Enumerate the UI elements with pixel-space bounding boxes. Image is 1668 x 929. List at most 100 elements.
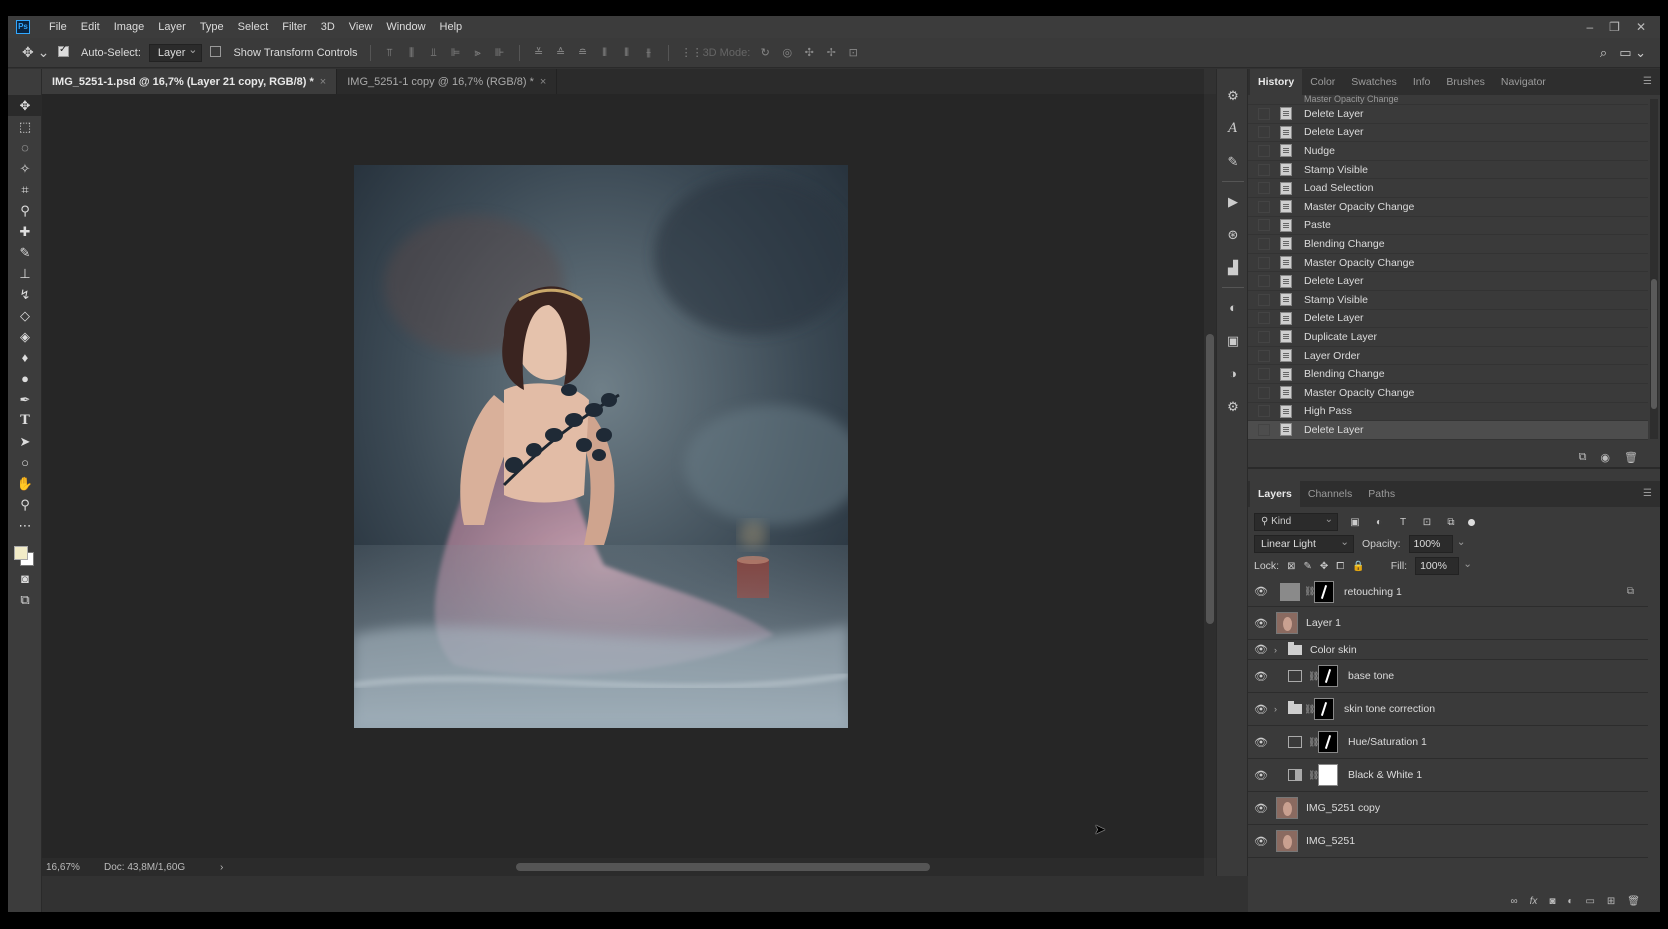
layer-style-fx-icon[interactable]: fx [1530, 896, 1538, 907]
zoom-tool-icon[interactable]: ⚲ [8, 494, 42, 515]
3d-roll-icon[interactable]: ◎ [780, 46, 794, 60]
tab-paths[interactable]: Paths [1360, 481, 1403, 507]
history-item[interactable]: Layer Order [1248, 347, 1648, 366]
history-source-checkbox[interactable] [1258, 293, 1270, 306]
layer-mask-thumbnail[interactable] [1318, 731, 1338, 753]
history-item[interactable]: Master Opacity Change [1248, 384, 1648, 403]
history-source-checkbox[interactable] [1258, 423, 1270, 436]
scrollbar-thumb[interactable] [1206, 334, 1214, 624]
layer-row[interactable]: 👁 IMG_5251 copy [1248, 792, 1648, 825]
align-top-icon[interactable]: ⫪ [383, 46, 397, 60]
dodge-tool-icon[interactable]: ● [8, 368, 42, 389]
align-hcenter-icon[interactable]: ⫸ [471, 46, 485, 60]
layer-row[interactable]: 👁 Layer 1 [1248, 607, 1648, 640]
history-item[interactable]: Load Selection [1248, 179, 1648, 198]
transform-controls-checkbox[interactable] [210, 45, 225, 60]
quick-mask-icon[interactable]: ◙ [8, 568, 42, 589]
distribute-vcenter-icon[interactable]: ≙ [554, 46, 568, 60]
close-button[interactable]: ✕ [1636, 20, 1646, 34]
history-source-checkbox[interactable] [1258, 182, 1270, 195]
clone-source-icon[interactable]: ⊛ [1217, 218, 1249, 251]
menu-select[interactable]: Select [231, 21, 276, 33]
3d-slide-icon[interactable]: ✢ [824, 46, 838, 60]
ellipse-tool-icon[interactable]: ○ [8, 452, 42, 473]
filter-smart-object-icon[interactable]: ⧉ [1444, 517, 1458, 528]
tab-swatches[interactable]: Swatches [1343, 69, 1405, 95]
magic-wand-tool-icon[interactable]: ✧ [8, 158, 42, 179]
history-source-checkbox[interactable] [1258, 200, 1270, 213]
blur-tool-icon[interactable]: ♦ [8, 347, 42, 368]
layer-row[interactable]: 👁 ⛓ retouching 1 ⧉ [1248, 577, 1648, 607]
visibility-eye-icon[interactable]: 👁 [1248, 617, 1274, 630]
path-selection-tool-icon[interactable]: ➤ [8, 431, 42, 452]
menu-view[interactable]: View [342, 21, 380, 33]
link-chain-icon[interactable]: ⛓ [1308, 671, 1319, 682]
history-item[interactable]: Nudge [1248, 142, 1648, 161]
history-source-checkbox[interactable] [1258, 368, 1270, 381]
actions-icon[interactable]: ▶ [1217, 185, 1249, 218]
filter-pixel-icon[interactable]: ▣ [1348, 517, 1362, 528]
filter-toggle-icon[interactable] [1468, 518, 1475, 526]
visibility-eye-icon[interactable]: 👁 [1248, 736, 1274, 749]
panel-menu-icon[interactable]: ☰ [1643, 488, 1652, 499]
history-item[interactable]: Delete Layer [1248, 124, 1648, 143]
new-document-from-state-icon[interactable]: ⧉ [1579, 451, 1587, 464]
distribute-right-icon[interactable]: ⫵ [642, 46, 656, 60]
history-item[interactable]: Master Opacity Change [1248, 95, 1648, 105]
history-source-checkbox[interactable] [1258, 144, 1270, 157]
lock-transparent-icon[interactable]: ⊠ [1287, 561, 1295, 572]
filter-adjustment-icon[interactable]: ◐ [1372, 517, 1386, 528]
layer-row[interactable]: 👁 IMG_5251 [1248, 825, 1648, 858]
menu-image[interactable]: Image [107, 21, 152, 33]
libraries-icon[interactable]: ▣ [1217, 324, 1249, 357]
character-icon[interactable]: A [1217, 112, 1249, 145]
history-source-checkbox[interactable] [1258, 275, 1270, 288]
eraser-tool-icon[interactable]: ◇ [8, 305, 42, 326]
pen-tool-icon[interactable]: ✒ [8, 389, 42, 410]
zoom-level[interactable]: 16,67% [42, 862, 104, 873]
visibility-eye-icon[interactable]: 👁 [1248, 703, 1274, 716]
healing-brush-tool-icon[interactable]: ✚ [8, 221, 42, 242]
delete-state-trash-icon[interactable]: 🗑 [1624, 451, 1638, 464]
hand-tool-icon[interactable]: ✋ [8, 473, 42, 494]
history-item[interactable]: Delete Layer [1248, 272, 1648, 291]
auto-select-dropdown[interactable]: Layer [148, 43, 203, 62]
3d-scale-icon[interactable]: ⊡ [846, 46, 860, 60]
filter-shape-icon[interactable]: ⊡ [1420, 517, 1434, 528]
paint-bucket-tool-icon[interactable]: ◈ [8, 326, 42, 347]
history-source-checkbox[interactable] [1258, 126, 1270, 139]
tab-document-2[interactable]: IMG_5251-1 copy @ 16,7% (RGB/8) * × [337, 69, 558, 94]
distribute-hcenter-icon[interactable]: ⫴ [620, 46, 634, 60]
layer-mask-thumbnail[interactable] [1318, 764, 1338, 786]
history-item[interactable]: Master Opacity Change [1248, 198, 1648, 217]
visibility-eye-icon[interactable]: 👁 [1248, 585, 1274, 598]
tab-close-button[interactable]: × [540, 76, 546, 88]
history-item[interactable]: Delete Layer [1248, 421, 1648, 440]
blend-mode-dropdown[interactable]: Linear Light [1254, 534, 1354, 553]
lock-image-icon[interactable]: ✎ [1304, 561, 1312, 572]
opacity-input[interactable]: 100% [1408, 534, 1466, 553]
history-item[interactable]: Blending Change [1248, 235, 1648, 254]
clone-stamp-tool-icon[interactable]: ⊥ [8, 263, 42, 284]
history-source-checkbox[interactable] [1258, 386, 1270, 399]
auto-select-checkbox[interactable] [58, 44, 73, 60]
group-expand-chevron-icon[interactable]: › [1274, 704, 1284, 714]
search-icon[interactable]: ⌕ [1600, 45, 1607, 61]
distribute-top-icon[interactable]: ≚ [532, 46, 546, 60]
history-source-checkbox[interactable] [1258, 107, 1270, 120]
add-mask-icon[interactable]: ◙ [1549, 896, 1555, 907]
layer-mask-thumbnail[interactable] [1314, 698, 1334, 720]
type-tool-icon[interactable]: T [8, 410, 42, 431]
tab-history[interactable]: History [1250, 69, 1303, 95]
history-source-checkbox[interactable] [1258, 312, 1270, 325]
history-item[interactable]: Delete Layer [1248, 310, 1648, 329]
align-right-icon[interactable]: ⊪ [493, 46, 507, 60]
history-item[interactable]: Master Opacity Change [1248, 254, 1648, 273]
menu-help[interactable]: Help [433, 21, 470, 33]
brush-tool-icon[interactable]: ✎ [8, 242, 42, 263]
distribute-left-icon[interactable]: ⦀ [598, 46, 612, 60]
fill-input[interactable]: 100% [1415, 556, 1472, 575]
history-brush-tool-icon[interactable]: ↯ [8, 284, 42, 305]
properties-icon[interactable]: ⚙ [1217, 79, 1249, 112]
move-tool-preset-icon[interactable]: ✥ ⌄ [22, 44, 50, 61]
